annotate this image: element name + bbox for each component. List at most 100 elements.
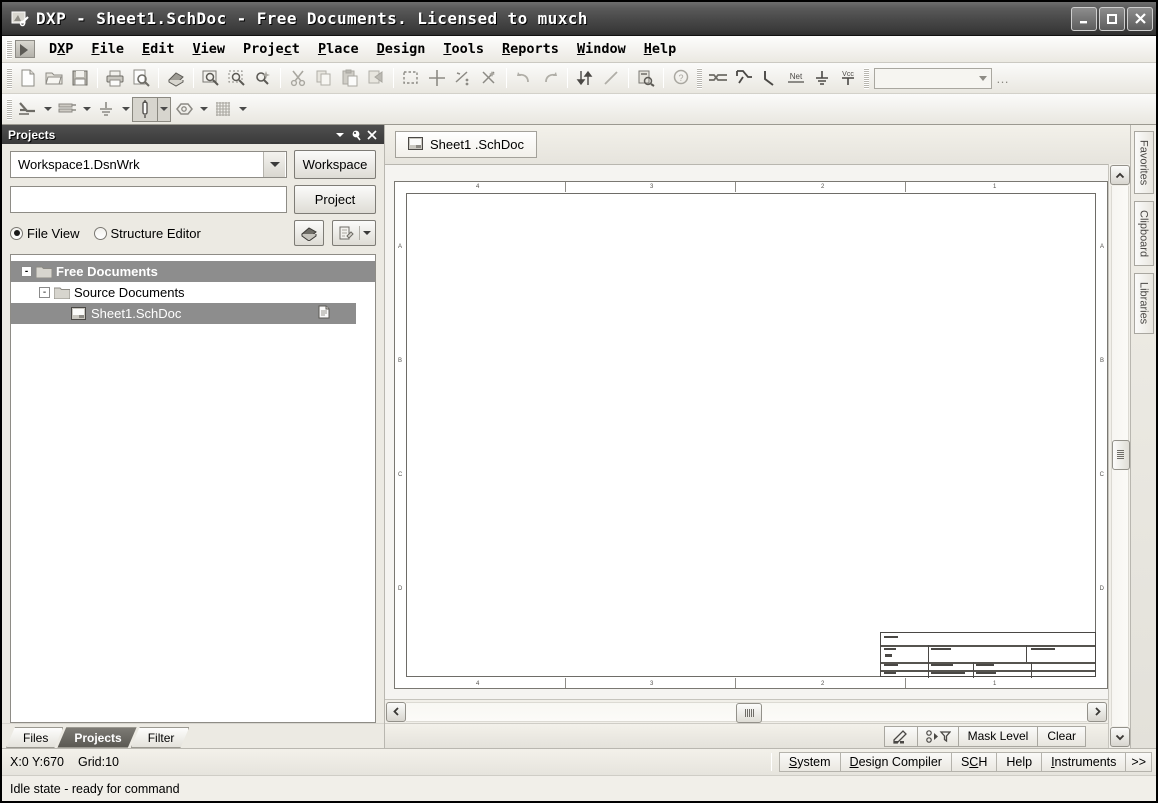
open-report-icon[interactable] <box>163 66 189 91</box>
toolbar-grip[interactable] <box>7 98 12 120</box>
status-button-system[interactable]: System <box>778 752 841 772</box>
line-icon[interactable] <box>598 66 624 91</box>
minimize-button[interactable] <box>1071 6 1097 31</box>
workspace-combo[interactable]: Workspace1.DsnWrk <box>10 151 287 178</box>
mask-level-button[interactable]: Mask Level <box>957 725 1039 747</box>
tree-node-source-documents[interactable]: - Source Documents <box>11 282 375 303</box>
chevron-down-icon[interactable] <box>197 97 210 122</box>
toolbar-grip[interactable] <box>7 67 12 89</box>
panel-tab-files[interactable]: Files <box>6 727 63 748</box>
project-input[interactable] <box>10 186 287 213</box>
schematic-canvas[interactable]: 4 3 2 1 4 3 2 1 A B C D A B C D <box>385 164 1108 699</box>
menu-item-project[interactable]: Project <box>234 39 309 59</box>
print-icon[interactable] <box>102 66 128 91</box>
tree-node-free-documents[interactable]: - Free Documents <box>11 261 375 282</box>
copy-icon[interactable] <box>311 66 337 91</box>
chevron-down-icon[interactable] <box>80 97 93 122</box>
library-combo[interactable] <box>874 67 992 89</box>
save-icon[interactable] <box>67 66 93 91</box>
project-button[interactable]: Project <box>294 185 376 214</box>
menu-item-file[interactable]: File <box>82 39 133 59</box>
place-bus-drop-icon[interactable] <box>54 97 80 122</box>
close-icon[interactable] <box>364 127 380 143</box>
menu-item-tools[interactable]: Tools <box>434 39 493 59</box>
new-document-icon[interactable] <box>15 66 41 91</box>
chevron-down-icon[interactable] <box>41 97 54 122</box>
pin-icon[interactable] <box>348 127 364 143</box>
panel-tab-projects[interactable]: Projects <box>57 727 136 748</box>
menu-item-reports[interactable]: Reports <box>493 39 568 59</box>
menu-item-view[interactable]: View <box>183 39 234 59</box>
status-button-help[interactable]: Help <box>996 752 1043 772</box>
radio-structure-editor[interactable]: Structure Editor <box>93 226 201 241</box>
panel-tab-filter[interactable]: Filter <box>131 727 190 748</box>
status-button-more[interactable]: >> <box>1125 752 1152 772</box>
rubber-stamp-icon[interactable] <box>363 66 389 91</box>
right-tab-favorites[interactable]: Favorites <box>1133 131 1154 195</box>
undo-icon[interactable] <box>511 66 537 91</box>
place-wire-drop-icon[interactable] <box>15 97 41 122</box>
menu-item-place[interactable]: Place <box>309 39 368 59</box>
place-gnd-icon[interactable] <box>809 66 835 91</box>
chevron-down-icon[interactable] <box>119 97 132 122</box>
tree-expander[interactable]: - <box>39 287 50 298</box>
paste-icon[interactable] <box>337 66 363 91</box>
zoom-filter-icon[interactable] <box>250 66 276 91</box>
zoom-selection-icon[interactable] <box>224 66 250 91</box>
horizontal-scrollbar[interactable] <box>385 699 1108 723</box>
status-button-instruments[interactable]: Instruments <box>1041 752 1127 772</box>
document-tab-sheet1[interactable]: Sheet1 .SchDoc <box>395 131 537 158</box>
status-button-sch[interactable]: SCH <box>950 752 998 772</box>
place-port-icon[interactable] <box>171 97 197 122</box>
clear-filter-icon[interactable] <box>476 66 502 91</box>
sheet-title-block[interactable] <box>880 632 1096 678</box>
close-button[interactable] <box>1127 6 1153 31</box>
redo-icon[interactable] <box>537 66 563 91</box>
vertical-scroll-track[interactable] <box>1110 186 1130 726</box>
menubar-grip[interactable] <box>6 39 12 59</box>
help-pointer-icon[interactable]: ? <box>668 66 694 91</box>
horizontal-scroll-track[interactable] <box>406 701 1087 723</box>
menu-item-dxp[interactable]: DXP <box>40 39 82 59</box>
clear-button[interactable]: Clear <box>1037 725 1086 747</box>
right-tab-clipboard[interactable]: Clipboard <box>1133 201 1154 267</box>
vertical-scrollbar[interactable] <box>1108 164 1130 748</box>
move-icon[interactable] <box>424 66 450 91</box>
status-button-design-compiler[interactable]: Design Compiler <box>839 752 952 772</box>
compile-icon[interactable] <box>294 220 324 246</box>
chevron-down-icon[interactable] <box>263 152 285 177</box>
cut-icon[interactable] <box>285 66 311 91</box>
place-part-icon[interactable] <box>132 96 158 122</box>
horizontal-scroll-thumb[interactable] <box>736 702 763 723</box>
maximize-button[interactable] <box>1099 6 1125 31</box>
dxp-menu-button-icon[interactable] <box>15 40 35 58</box>
place-gnd-drop-icon[interactable] <box>93 97 119 122</box>
print-preview-icon[interactable] <box>128 66 154 91</box>
menu-item-edit[interactable]: Edit <box>133 39 184 59</box>
place-bus-icon[interactable] <box>705 66 731 91</box>
place-vcc-icon[interactable]: Vcc <box>835 66 861 91</box>
select-area-icon[interactable] <box>398 66 424 91</box>
grid-icon[interactable] <box>210 97 236 122</box>
deselect-icon[interactable] <box>450 66 476 91</box>
workspace-button[interactable]: Workspace <box>294 150 376 179</box>
tree-node-sheet1[interactable]: Sheet1.SchDoc <box>11 303 356 324</box>
chevron-down-icon[interactable] <box>332 127 348 143</box>
scroll-left-button[interactable] <box>386 701 406 722</box>
right-tab-libraries[interactable]: Libraries <box>1133 273 1154 334</box>
open-folder-icon[interactable] <box>41 66 67 91</box>
scroll-right-button[interactable] <box>1087 701 1107 722</box>
document-options-icon[interactable] <box>332 220 376 246</box>
menu-item-help[interactable]: Help <box>635 39 686 59</box>
scroll-down-button[interactable] <box>1109 727 1130 747</box>
toolbar-grip[interactable] <box>697 67 702 89</box>
project-tree[interactable]: - Free Documents - Source Documents Shee… <box>10 254 376 723</box>
toolbar-overflow-button[interactable]: … <box>996 71 1010 86</box>
schematic-sheet[interactable]: 4 3 2 1 4 3 2 1 A B C D A B C D <box>394 181 1108 689</box>
chevron-down-icon[interactable] <box>158 96 171 122</box>
menu-item-design[interactable]: Design <box>368 39 435 59</box>
mask-filter-icon[interactable] <box>916 725 959 747</box>
clear-filter-pencil-icon[interactable] <box>883 725 918 747</box>
place-bus-entry-icon[interactable] <box>757 66 783 91</box>
browse-library-icon[interactable] <box>633 66 659 91</box>
